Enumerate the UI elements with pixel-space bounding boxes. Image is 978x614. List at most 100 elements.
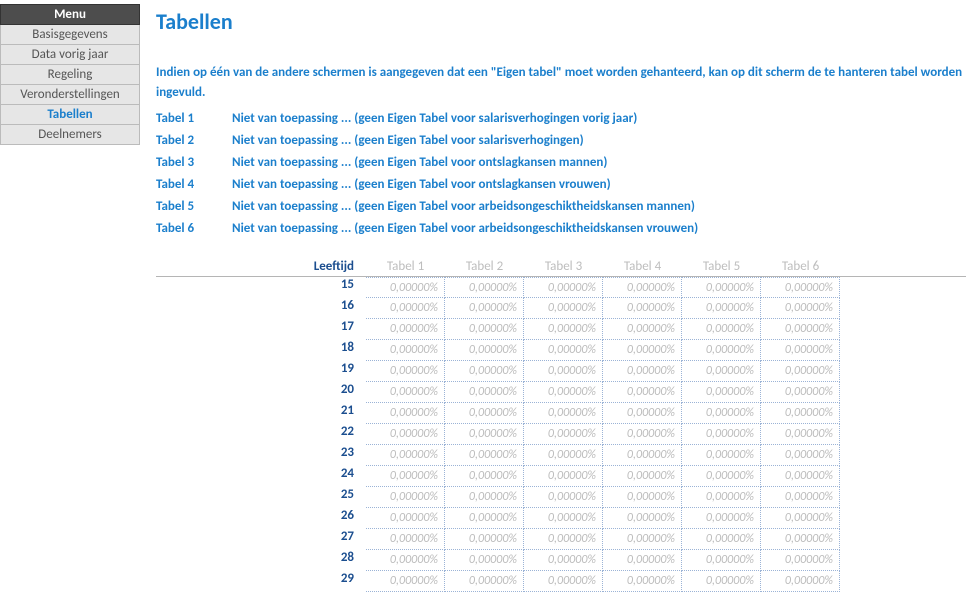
- value-cell[interactable]: 0,00000%: [682, 571, 761, 592]
- value-cell[interactable]: 0,00000%: [445, 424, 524, 445]
- value-cell[interactable]: 0,00000%: [761, 340, 840, 361]
- value-cell[interactable]: 0,00000%: [366, 529, 445, 550]
- value-cell[interactable]: 0,00000%: [524, 361, 603, 382]
- value-cell[interactable]: 0,00000%: [524, 424, 603, 445]
- value-cell[interactable]: 0,00000%: [445, 529, 524, 550]
- value-cell[interactable]: 0,00000%: [366, 445, 445, 466]
- value-cell[interactable]: 0,00000%: [524, 571, 603, 592]
- value-cell[interactable]: 0,00000%: [366, 382, 445, 403]
- value-cell[interactable]: 0,00000%: [445, 319, 524, 340]
- value-cell[interactable]: 0,00000%: [761, 277, 840, 298]
- value-cell[interactable]: 0,00000%: [366, 298, 445, 319]
- value-cell[interactable]: 0,00000%: [603, 382, 682, 403]
- value-cell[interactable]: 0,00000%: [445, 550, 524, 571]
- value-cell[interactable]: 0,00000%: [366, 319, 445, 340]
- value-cell[interactable]: 0,00000%: [445, 277, 524, 298]
- sidebar-item-tabellen[interactable]: Tabellen: [0, 105, 140, 125]
- value-cell[interactable]: 0,00000%: [682, 508, 761, 529]
- value-cell[interactable]: 0,00000%: [445, 382, 524, 403]
- value-cell[interactable]: 0,00000%: [761, 550, 840, 571]
- sidebar-item-regeling[interactable]: Regeling: [0, 65, 140, 85]
- value-cell[interactable]: 0,00000%: [445, 508, 524, 529]
- value-cell[interactable]: 0,00000%: [761, 319, 840, 340]
- value-cell[interactable]: 0,00000%: [366, 550, 445, 571]
- value-cell[interactable]: 0,00000%: [761, 424, 840, 445]
- value-cell[interactable]: 0,00000%: [524, 487, 603, 508]
- value-cell[interactable]: 0,00000%: [445, 571, 524, 592]
- value-cell[interactable]: 0,00000%: [761, 382, 840, 403]
- value-cell[interactable]: 0,00000%: [366, 340, 445, 361]
- value-cell[interactable]: 0,00000%: [445, 298, 524, 319]
- value-cell[interactable]: 0,00000%: [761, 403, 840, 424]
- value-cell[interactable]: 0,00000%: [682, 424, 761, 445]
- value-cell[interactable]: 0,00000%: [682, 298, 761, 319]
- value-cell[interactable]: 0,00000%: [761, 529, 840, 550]
- value-cell[interactable]: 0,00000%: [366, 571, 445, 592]
- grid-body: 150,00000%0,00000%0,00000%0,00000%0,0000…: [156, 277, 966, 592]
- value-cell[interactable]: 0,00000%: [524, 445, 603, 466]
- value-cell[interactable]: 0,00000%: [603, 403, 682, 424]
- value-cell[interactable]: 0,00000%: [445, 361, 524, 382]
- value-cell[interactable]: 0,00000%: [445, 487, 524, 508]
- value-cell[interactable]: 0,00000%: [366, 487, 445, 508]
- value-cell[interactable]: 0,00000%: [682, 361, 761, 382]
- value-cell[interactable]: 0,00000%: [603, 466, 682, 487]
- value-cell[interactable]: 0,00000%: [366, 466, 445, 487]
- value-cell[interactable]: 0,00000%: [603, 319, 682, 340]
- value-cell[interactable]: 0,00000%: [682, 529, 761, 550]
- value-cell[interactable]: 0,00000%: [445, 403, 524, 424]
- value-cell[interactable]: 0,00000%: [524, 466, 603, 487]
- value-cell[interactable]: 0,00000%: [682, 319, 761, 340]
- sidebar-item-data-vorig-jaar[interactable]: Data vorig jaar: [0, 45, 140, 65]
- value-cell[interactable]: 0,00000%: [524, 319, 603, 340]
- sidebar-item-basisgegevens[interactable]: Basisgegevens: [0, 25, 140, 45]
- value-cell[interactable]: 0,00000%: [761, 361, 840, 382]
- value-cell[interactable]: 0,00000%: [524, 298, 603, 319]
- tabel-name: Tabel 4: [156, 174, 232, 196]
- sidebar-item-deelnemers[interactable]: Deelnemers: [0, 125, 140, 145]
- value-cell[interactable]: 0,00000%: [445, 445, 524, 466]
- value-cell[interactable]: 0,00000%: [603, 571, 682, 592]
- value-cell[interactable]: 0,00000%: [603, 487, 682, 508]
- value-cell[interactable]: 0,00000%: [682, 277, 761, 298]
- value-cell[interactable]: 0,00000%: [761, 487, 840, 508]
- value-cell[interactable]: 0,00000%: [524, 550, 603, 571]
- value-cell[interactable]: 0,00000%: [603, 277, 682, 298]
- value-cell[interactable]: 0,00000%: [366, 508, 445, 529]
- value-cell[interactable]: 0,00000%: [603, 550, 682, 571]
- value-cell[interactable]: 0,00000%: [603, 529, 682, 550]
- value-cell[interactable]: 0,00000%: [524, 403, 603, 424]
- value-cell[interactable]: 0,00000%: [761, 445, 840, 466]
- value-cell[interactable]: 0,00000%: [682, 403, 761, 424]
- value-cell[interactable]: 0,00000%: [524, 340, 603, 361]
- value-cell[interactable]: 0,00000%: [524, 529, 603, 550]
- tabel-info-row: Tabel 2Niet van toepassing ... (geen Eig…: [156, 130, 966, 152]
- tabel-name: Tabel 2: [156, 130, 232, 152]
- value-cell[interactable]: 0,00000%: [682, 445, 761, 466]
- value-cell[interactable]: 0,00000%: [761, 508, 840, 529]
- value-cell[interactable]: 0,00000%: [524, 277, 603, 298]
- value-cell[interactable]: 0,00000%: [366, 424, 445, 445]
- value-cell[interactable]: 0,00000%: [603, 361, 682, 382]
- value-cell[interactable]: 0,00000%: [366, 361, 445, 382]
- value-cell[interactable]: 0,00000%: [366, 277, 445, 298]
- value-cell[interactable]: 0,00000%: [366, 403, 445, 424]
- value-cell[interactable]: 0,00000%: [603, 445, 682, 466]
- value-cell[interactable]: 0,00000%: [761, 298, 840, 319]
- value-cell[interactable]: 0,00000%: [682, 340, 761, 361]
- value-cell[interactable]: 0,00000%: [603, 424, 682, 445]
- sidebar-item-veronderstellingen[interactable]: Veronderstellingen: [0, 85, 140, 105]
- value-cell[interactable]: 0,00000%: [761, 466, 840, 487]
- value-cell[interactable]: 0,00000%: [524, 382, 603, 403]
- value-cell[interactable]: 0,00000%: [682, 487, 761, 508]
- value-cell[interactable]: 0,00000%: [682, 466, 761, 487]
- value-cell[interactable]: 0,00000%: [445, 466, 524, 487]
- value-cell[interactable]: 0,00000%: [682, 382, 761, 403]
- value-cell[interactable]: 0,00000%: [445, 340, 524, 361]
- value-cell[interactable]: 0,00000%: [524, 508, 603, 529]
- value-cell[interactable]: 0,00000%: [603, 508, 682, 529]
- value-cell[interactable]: 0,00000%: [603, 340, 682, 361]
- value-cell[interactable]: 0,00000%: [761, 571, 840, 592]
- value-cell[interactable]: 0,00000%: [603, 298, 682, 319]
- value-cell[interactable]: 0,00000%: [682, 550, 761, 571]
